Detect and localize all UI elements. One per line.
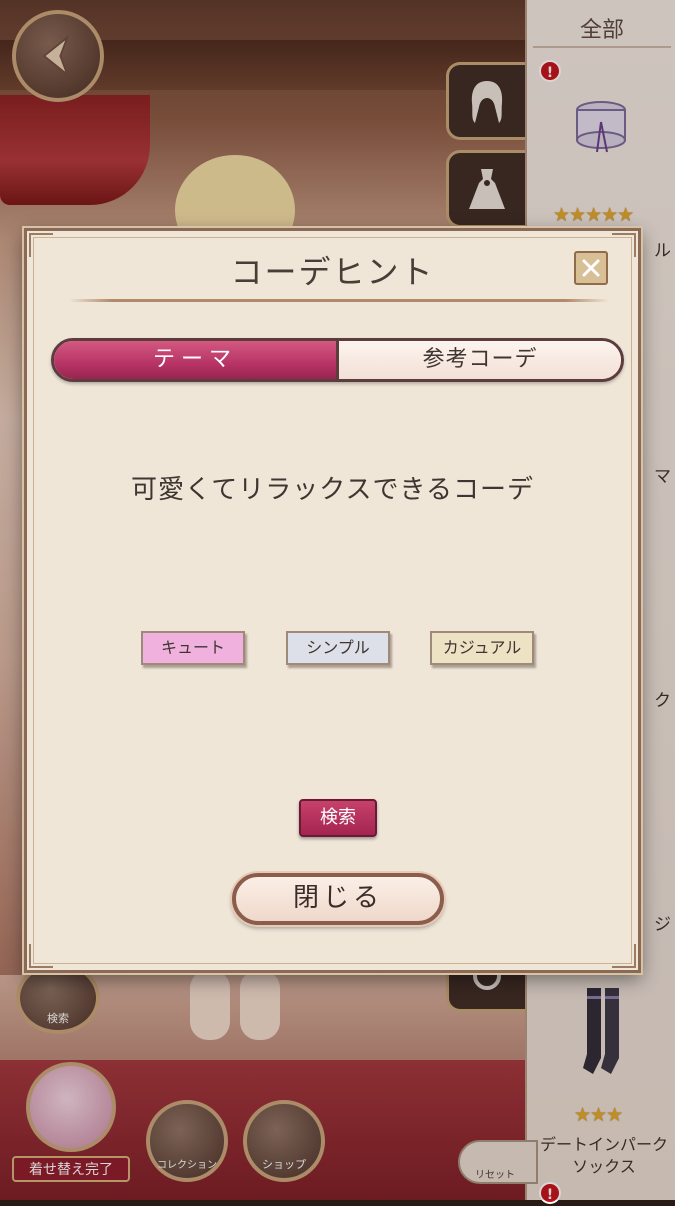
tab-theme[interactable]: テーマ: [54, 341, 339, 379]
close-dialog-button[interactable]: [574, 251, 608, 285]
hint-tab-switch: テーマ 参考コーデ: [51, 338, 624, 382]
style-tag-cute[interactable]: キュート: [141, 631, 245, 665]
close-icon: [582, 259, 600, 277]
dialog-title: コーデヒント: [230, 253, 435, 291]
coordinate-hint-dialog: コーデヒント テーマ 参考コーデ 可愛くてリラックスできるコーデ キュート シン…: [24, 228, 641, 973]
title-divider: [69, 299, 609, 302]
search-button[interactable]: 検索: [299, 799, 377, 837]
style-tag-simple[interactable]: シンプル: [286, 631, 390, 665]
corner-ornament: [612, 944, 636, 968]
close-button[interactable]: 閉じる: [232, 873, 444, 925]
corner-ornament: [29, 944, 53, 968]
theme-description: 可愛くてリラックスできるコーデ: [131, 475, 534, 505]
style-tag-casual[interactable]: カジュアル: [430, 631, 534, 665]
tab-reference-coordinate[interactable]: 参考コーデ: [339, 341, 621, 379]
